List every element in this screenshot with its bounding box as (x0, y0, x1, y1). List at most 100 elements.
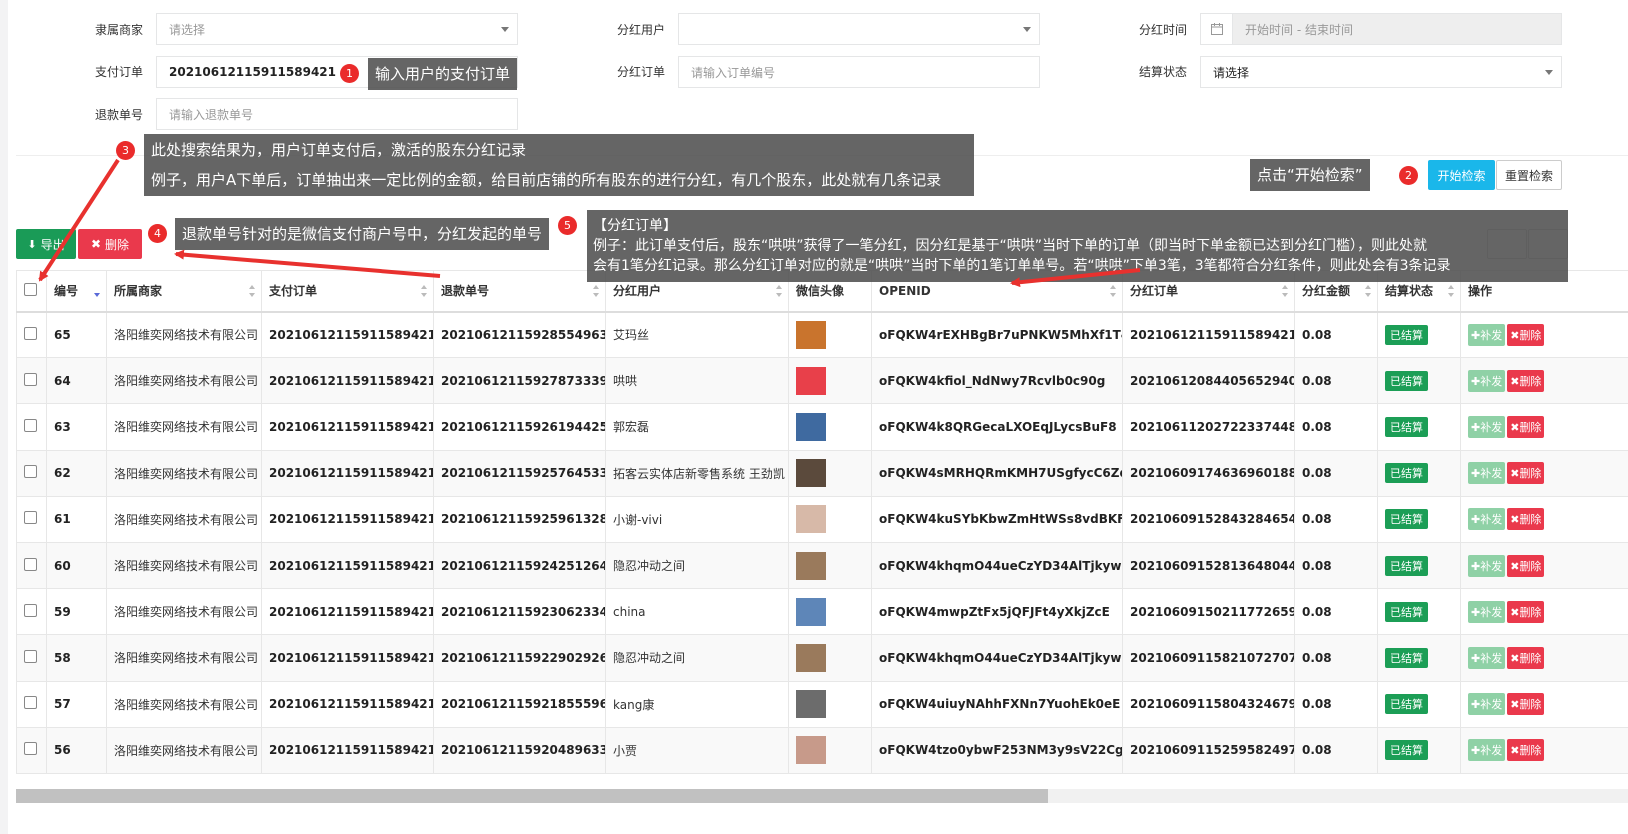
batch-delete-button[interactable]: ✖ 删除 (78, 229, 142, 259)
reissue-button[interactable]: ✚补发 (1468, 739, 1506, 762)
page-left-gutter (0, 0, 8, 834)
reissue-button[interactable]: ✚补发 (1468, 646, 1506, 669)
dividend-order-input[interactable]: 请输入订单编号 (678, 56, 1040, 88)
select-all-checkbox[interactable] (24, 282, 37, 296)
row-select-cell[interactable] (16, 588, 47, 636)
row-delete-button[interactable]: ✖删除 (1507, 646, 1545, 669)
sort-icon[interactable] (1110, 285, 1116, 297)
sort-desc-icon[interactable] (94, 285, 100, 297)
reissue-button[interactable]: ✚补发 (1468, 369, 1506, 392)
settle-status-select[interactable]: 请选择 (1200, 56, 1562, 88)
refund-no-input[interactable]: 请输入退款单号 (156, 98, 518, 130)
row-checkbox[interactable] (24, 696, 37, 710)
row-delete-button[interactable]: ✖删除 (1507, 323, 1545, 346)
cell-pay-order: 20210612115911589421 (261, 588, 434, 636)
row-checkbox[interactable] (24, 511, 37, 525)
row-select-cell[interactable] (16, 310, 47, 359)
status-badge: 已结算 (1385, 370, 1428, 391)
table-row[interactable]: 58 洛阳维奕网络技术有限公司 20210612115911589421 202106… (16, 634, 1628, 682)
cell-amount: 0.08 (1294, 588, 1378, 636)
sort-icon[interactable] (249, 285, 255, 297)
close-icon: ✖ (90, 237, 102, 251)
row-delete-button[interactable]: ✖删除 (1507, 415, 1545, 438)
merchant-select[interactable]: 请选择 (156, 13, 518, 45)
reissue-button[interactable]: ✚补发 (1468, 554, 1506, 577)
row-delete-button[interactable]: ✖删除 (1507, 600, 1545, 623)
row-checkbox[interactable] (24, 603, 37, 617)
cell-dividend-order: 20210609152843284654 (1122, 495, 1295, 543)
reissue-button[interactable]: ✚补发 (1468, 462, 1506, 485)
row-select-cell[interactable] (16, 680, 47, 728)
avatar (796, 736, 826, 765)
plus-icon: ✚ (1471, 467, 1481, 481)
row-checkbox[interactable] (24, 649, 37, 663)
row-delete-button[interactable]: ✖删除 (1507, 739, 1545, 762)
reissue-button[interactable]: ✚补发 (1468, 600, 1506, 623)
cell-merchant: 洛阳维奕网络技术有限公司 (106, 680, 262, 728)
table-row[interactable]: 60 洛阳维奕网络技术有限公司 20210612115911589421 202106… (16, 541, 1628, 590)
dividend-time-input[interactable]: 开始时间 - 结束时间 (1233, 14, 1561, 44)
table-row[interactable]: 63 洛阳维奕网络技术有限公司 20210612115911589421 202106… (16, 403, 1628, 451)
sort-icon[interactable] (1448, 285, 1454, 297)
search-button[interactable]: 开始检索 (1428, 160, 1495, 190)
horizontal-scrollbar[interactable] (16, 789, 1628, 803)
table-row[interactable]: 59 洛阳维奕网络技术有限公司 20210612115911589421 202106… (16, 588, 1628, 636)
col-refund-no[interactable]: 退款单号 (433, 270, 606, 313)
reissue-button-label: 补发 (1480, 744, 1503, 758)
row-select-cell[interactable] (16, 495, 47, 543)
cell-user: 哄哄 (605, 357, 789, 405)
table-row[interactable]: 61 洛阳维奕网络技术有限公司 20210612115911589421 202106… (16, 495, 1628, 543)
table-row[interactable]: 62 洛阳维奕网络技术有限公司 20210612115911589421 202106… (16, 449, 1628, 497)
row-select-cell[interactable] (16, 541, 47, 590)
table-row[interactable]: 57 洛阳维奕网络技术有限公司 20210612115911589421 202106… (16, 680, 1628, 728)
row-delete-button[interactable]: ✖删除 (1507, 462, 1545, 485)
select-all-cell[interactable] (16, 270, 47, 313)
cell-status: 已结算 (1377, 541, 1461, 590)
table-row[interactable]: 56 洛阳维奕网络技术有限公司 20210612115911589421 202106… (16, 726, 1628, 774)
cell-actions: ✚补发 ✖删除 (1460, 495, 1628, 543)
reissue-button[interactable]: ✚补发 (1468, 323, 1506, 346)
row-delete-button[interactable]: ✖删除 (1507, 693, 1545, 716)
sort-icon[interactable] (1365, 285, 1371, 297)
col-merchant[interactable]: 所属商家 (106, 270, 262, 313)
scrollbar-thumb[interactable] (16, 789, 1048, 803)
sort-icon[interactable] (1282, 285, 1288, 297)
reissue-button-label: 补发 (1480, 605, 1503, 619)
row-select-cell[interactable] (16, 357, 47, 405)
reset-button[interactable]: 重置检索 (1496, 160, 1562, 190)
row-checkbox[interactable] (24, 372, 37, 386)
cell-id: 63 (46, 403, 107, 451)
sort-icon[interactable] (776, 285, 782, 297)
row-delete-button[interactable]: ✖删除 (1507, 508, 1545, 531)
col-pay-order[interactable]: 支付订单 (261, 270, 434, 313)
table-row[interactable]: 64 洛阳维奕网络技术有限公司 20210612115911589421 202106… (16, 357, 1628, 405)
reissue-button-label: 补发 (1480, 651, 1503, 665)
row-select-cell[interactable] (16, 449, 47, 497)
row-checkbox[interactable] (24, 418, 37, 432)
reissue-button[interactable]: ✚补发 (1468, 508, 1506, 531)
sort-icon[interactable] (593, 285, 599, 297)
dividend-user-select[interactable] (678, 13, 1040, 45)
reissue-button[interactable]: ✚补发 (1468, 415, 1506, 438)
cell-avatar (788, 726, 872, 774)
row-checkbox[interactable] (24, 326, 37, 340)
row-select-cell[interactable] (16, 403, 47, 451)
cell-refund-no: 20210612115921855596 (433, 680, 606, 728)
col-id[interactable]: 编号 (46, 270, 107, 313)
caret-down-icon (1545, 70, 1553, 75)
row-delete-button[interactable]: ✖删除 (1507, 554, 1545, 577)
export-button[interactable]: ⬇ 导出 (16, 229, 76, 259)
reissue-button[interactable]: ✚补发 (1468, 693, 1506, 716)
plus-icon: ✚ (1471, 605, 1481, 619)
dividend-time-range[interactable]: 开始时间 - 结束时间 (1200, 13, 1562, 45)
col-openid-label: OPENID (879, 283, 931, 298)
sort-icon[interactable] (421, 285, 427, 297)
table-row[interactable]: 65 洛阳维奕网络技术有限公司 20210612115911589421 202106… (16, 310, 1628, 359)
annotation-tip-3: 此处搜索结果为，用户订单支付后，激活的股东分红记录 例子，用户A下单后，订单抽出… (144, 134, 974, 196)
row-select-cell[interactable] (16, 726, 47, 774)
row-checkbox[interactable] (24, 465, 37, 479)
row-checkbox[interactable] (24, 742, 37, 756)
row-checkbox[interactable] (24, 557, 37, 571)
row-delete-button[interactable]: ✖删除 (1507, 369, 1545, 392)
row-select-cell[interactable] (16, 634, 47, 682)
